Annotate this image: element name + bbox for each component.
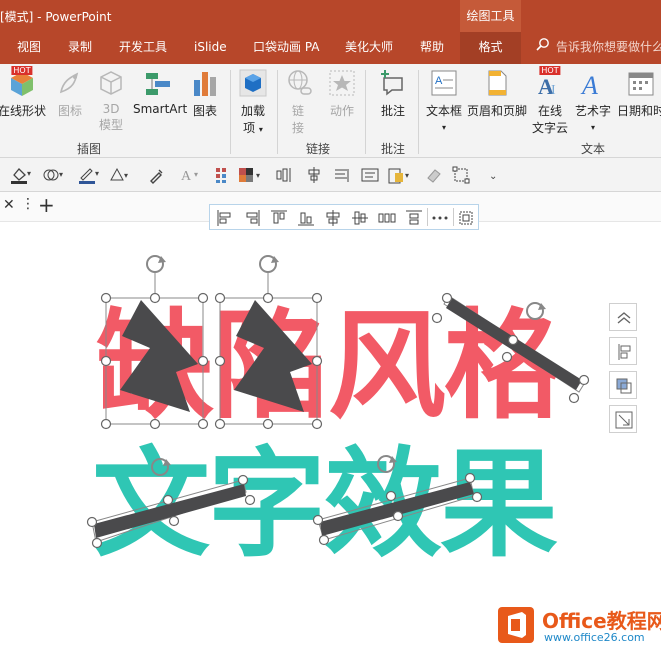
rotate-handle-icon[interactable] <box>526 302 546 320</box>
layout-options-button[interactable] <box>609 337 637 365</box>
slash-bar-shape[interactable] <box>312 455 483 546</box>
powerpoint-window: [模式] - PowerPoint 绘图工具 视图 录制 开发工具 iSlide… <box>0 0 661 655</box>
lightning-bolt-shape[interactable] <box>214 255 323 430</box>
layout-options-icon <box>618 344 631 360</box>
watermark: Office教程网 www.office26.com <box>496 603 661 653</box>
rotate-handle-icon[interactable] <box>151 458 171 476</box>
office-logo-icon <box>498 607 534 643</box>
shape-style-icon <box>616 378 632 394</box>
rotate-handle-icon[interactable] <box>259 255 279 273</box>
watermark-url: www.office26.com <box>544 631 645 644</box>
collapse-up-button[interactable] <box>609 303 637 331</box>
slash-bar-shape[interactable] <box>431 292 590 404</box>
crop-resize-button[interactable] <box>609 405 637 433</box>
shape-style-button[interactable] <box>609 371 637 399</box>
slash-bar-shape[interactable] <box>86 458 256 549</box>
shape-overlay <box>86 255 590 549</box>
lightning-bolt-shape[interactable] <box>100 255 209 430</box>
rotate-handle-icon[interactable] <box>146 255 166 273</box>
watermark-title: Office教程网 <box>542 609 661 633</box>
double-chevron-up-icon <box>617 312 631 324</box>
resize-arrow-icon <box>615 411 633 429</box>
rotate-handle-icon[interactable] <box>377 455 397 473</box>
